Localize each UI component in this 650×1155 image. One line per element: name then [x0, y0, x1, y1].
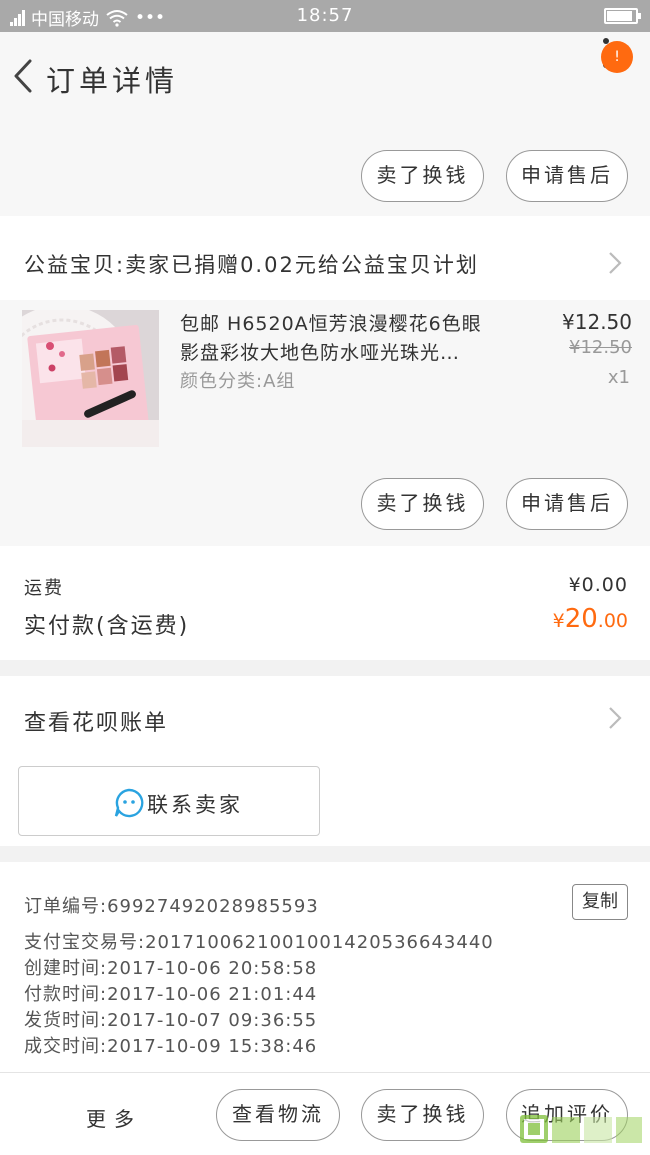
contact-seller-button[interactable]: 联系卖家 [18, 766, 320, 836]
battery-icon [604, 8, 641, 24]
total-int: 20 [564, 604, 598, 634]
product-title[interactable]: 包邮 H6520A恒芳浪漫樱花6色眼影盘彩妆大地色防水哑光珠光… [180, 310, 500, 368]
sell-button-top[interactable]: 卖了换钱 [361, 150, 484, 202]
shipped-time: 发货时间:2017-10-07 09:36:55 [24, 1010, 318, 1031]
huabei-label[interactable]: 查看花呗账单 [24, 705, 168, 737]
clock: 18:57 [296, 5, 354, 26]
charity-row[interactable]: 公益宝贝:卖家已捐赠0.02元给公益宝贝计划 [0, 216, 650, 300]
sell-button-bottom[interactable]: 卖了换钱 [361, 1089, 484, 1141]
created-time: 创建时间:2017-10-06 20:58:58 [24, 958, 318, 979]
after-sale-button-top[interactable]: 申请售后 [506, 150, 628, 202]
payment-section: 运费 ¥0.00 实付款(含运费) ¥20.00 [0, 546, 650, 660]
top-actions: 卖了换钱 申请售后 [0, 120, 650, 216]
back-icon[interactable] [8, 58, 38, 94]
battery-fill [607, 11, 632, 21]
product-variant: 颜色分类:A组 [180, 371, 296, 392]
total-label: 实付款(含运费) [24, 614, 190, 639]
product-original-price: ¥12.50 [569, 337, 632, 358]
nav-bar: 订单详情 [0, 32, 650, 120]
chevron-right-icon [609, 707, 622, 729]
contact-seller-label: 联系卖家 [147, 793, 243, 817]
shipping-value: ¥0.00 [568, 574, 628, 596]
more-button[interactable]: 更多 [86, 1103, 142, 1132]
watermark-logo [520, 1115, 642, 1143]
total-currency: ¥ [552, 610, 565, 632]
shipping-label: 运费 [24, 578, 64, 599]
total-value: ¥20.00 [553, 604, 628, 634]
completed-time: 成交时间:2017-10-09 15:38:46 [24, 1036, 318, 1057]
status-bar: 中国移动 ••• 18:57 [0, 0, 650, 32]
order-number: 订单编号:69927492028985593 [24, 896, 319, 917]
copy-button[interactable]: 复制 [572, 884, 628, 920]
chat-icon [114, 788, 144, 818]
paid-time: 付款时间:2017-10-06 21:01:44 [24, 984, 318, 1005]
product-price: ¥12.50 [562, 310, 632, 334]
notification-badge: ! [601, 41, 633, 73]
page-title: 订单详情 [46, 64, 179, 98]
after-sale-button-item[interactable]: 申请售后 [506, 478, 628, 530]
chevron-right-icon [609, 252, 622, 274]
product-quantity: x1 [607, 367, 630, 388]
alipay-number: 支付宝交易号:2017100621001001420536643440 [24, 932, 494, 953]
total-dec: .00 [597, 610, 628, 632]
product-image[interactable] [22, 310, 159, 447]
logistics-button[interactable]: 查看物流 [216, 1089, 340, 1141]
sell-button-item[interactable]: 卖了换钱 [361, 478, 484, 530]
charity-text: 公益宝贝:卖家已捐赠0.02元给公益宝贝计划 [24, 253, 479, 277]
